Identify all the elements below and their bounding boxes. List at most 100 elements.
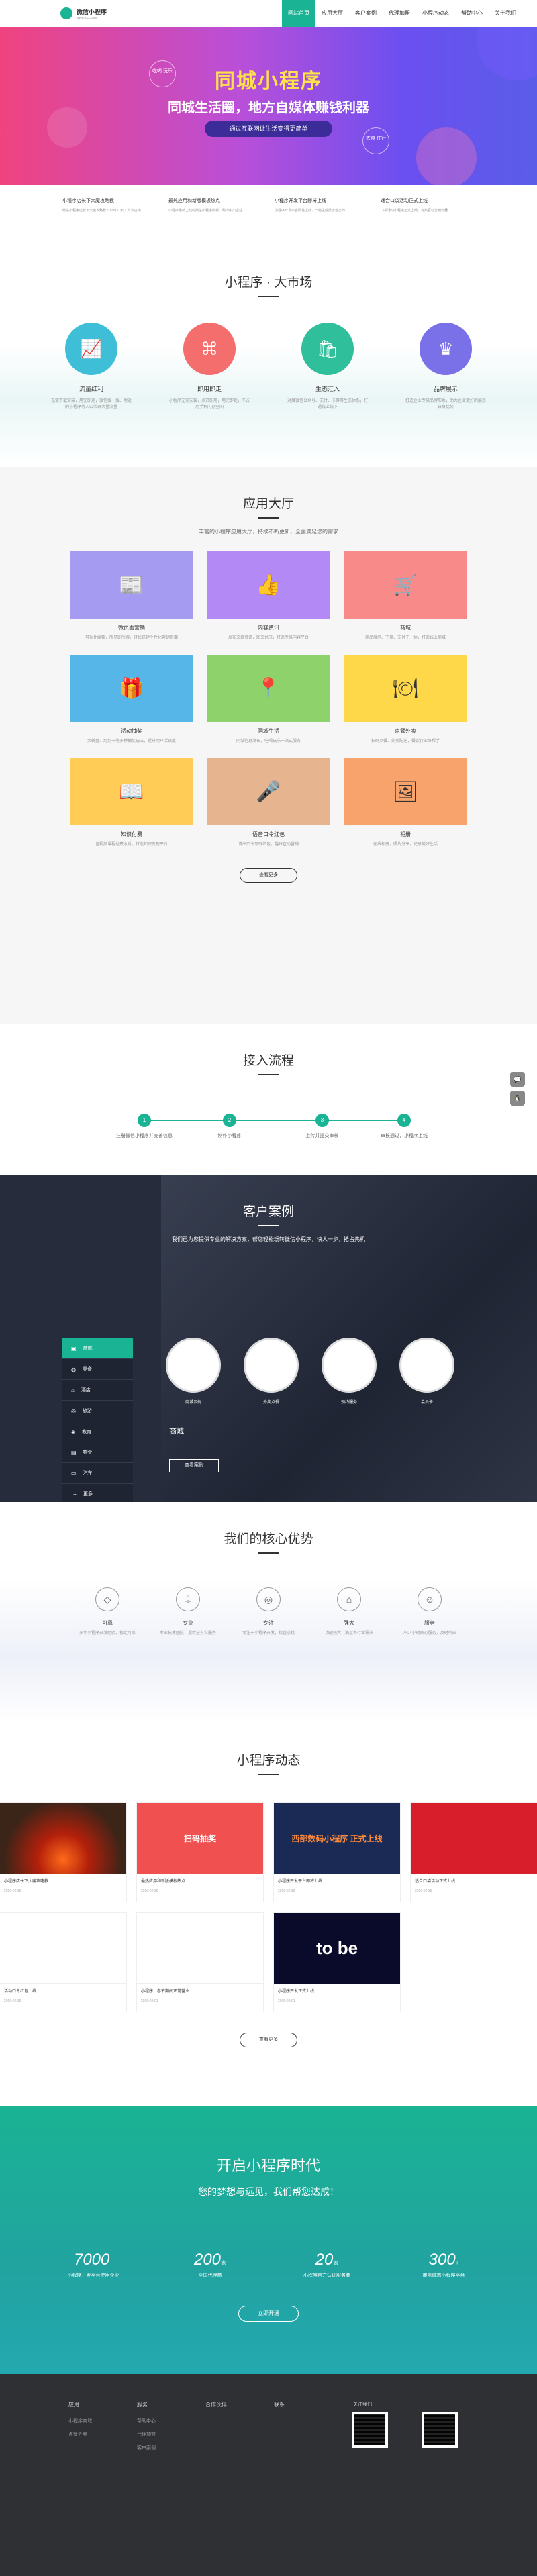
post-card[interactable]: 小程序：春节期间正常营业 2018-03-01 — [136, 1912, 264, 2012]
app-desc: 扫码点餐、外卖配送，餐饮行业好帮手 — [371, 739, 440, 743]
title-divider — [258, 517, 279, 519]
footer-link[interactable]: 点餐外卖 — [68, 2431, 92, 2438]
post-title: 适合口袋活动正式上线 — [415, 1880, 456, 1884]
case-qr-circle[interactable] — [322, 1338, 377, 1393]
news-item[interactable]: 最热应用和新版模板热点 小程序最新上线的微信小程序模板，助力中小企业 — [168, 197, 262, 246]
era-open-button[interactable]: 立即开通 — [238, 2306, 299, 2322]
post-card[interactable]: 小程序店长下大魔攻略教 2018-02-28 — [0, 1802, 127, 1902]
flow-step-number: 2 — [223, 1114, 236, 1127]
news-more-button[interactable]: 查看更多 — [240, 2033, 297, 2047]
hall-more-button[interactable]: 查看更多 — [240, 868, 297, 883]
footer-column-title: 合作伙伴 — [205, 2402, 227, 2408]
footer-column-title: 联系 — [274, 2402, 285, 2408]
news-item[interactable]: 小程序店长下大魔攻略教 微信小程序店长下大魔攻略教 1 小时 0 天 1 分享店铺 — [62, 197, 156, 246]
news-item[interactable]: 小程序开发平台即将上线 小程序开发平台即将上线，一键生成属于自己的 — [275, 197, 369, 246]
post-card[interactable]: 西部数码小程序 正式上线 小程序开发平台即将上线 2018-02-28 — [273, 1802, 401, 1902]
command-icon: ⌘ — [183, 323, 236, 375]
post-date: 2018-02-28 — [278, 1889, 295, 1893]
market-item-desc: 无需下载安装，用完即走，微信搜一搜、附近的小程序等入口带来大量流量 — [51, 399, 132, 409]
case-menu-item[interactable]: ▣ 商城 — [62, 1338, 133, 1359]
market-item: 📈 流量红利 无需下载安装，用完即走，微信搜一搜、附近的小程序等入口带来大量流量 — [51, 323, 132, 411]
stat-item: 20家 小程序官方认证服务商 — [287, 2251, 367, 2279]
news-item[interactable]: 适合口袋活动正式上线 口袋活动小程序正式上线，有奖互动营销利器 — [381, 197, 475, 246]
case-menu-item[interactable]: ◎ 旅游 — [62, 1401, 133, 1421]
app-grid: 📰 微页面营销 可视化编辑，所见即所得，轻松搭建个性化营销页面 👍 内容资讯 发布文章资… — [0, 551, 537, 848]
nav-item-news[interactable]: 小程序动态 — [416, 0, 455, 27]
flow-step-label: 制作小程序 — [217, 1134, 242, 1138]
era-subtitle: 您的梦想与远见，我们帮您达成！ — [198, 2186, 339, 2197]
hero-button[interactable]: 通过互联网让生活变得更简单 — [205, 121, 332, 137]
post-card[interactable]: 适合口袋活动正式上线 2018-02-28 — [410, 1802, 537, 1902]
case-label: 商城示例 — [185, 1401, 201, 1405]
logo[interactable]: 微信小程序 www.xxx.com — [60, 7, 107, 20]
news-desc: 小程序最新上线的微信小程序模板，助力中小企业 — [168, 209, 243, 213]
case-qr-circle[interactable] — [244, 1338, 299, 1393]
app-desc: 商品展示、下单、支付于一体，打造线上商城 — [364, 636, 446, 640]
app-card[interactable]: 🍽 点餐外卖 扫码点餐、外卖配送，餐饮行业好帮手 — [344, 655, 467, 745]
footer-link[interactable]: 帮助中心 — [137, 2418, 156, 2424]
adv-item-title: 服务 — [424, 1620, 435, 1626]
post-card[interactable]: 活动口令红包上线 2018-02-28 — [0, 1912, 127, 2012]
post-title: 小程序店长下大魔攻略教 — [4, 1880, 49, 1884]
app-card[interactable]: 👍 内容资讯 发布文章资讯，图文并茂，打造专属内容平台 — [207, 551, 330, 641]
case-menu-item[interactable]: ⌂ 酒店 — [62, 1380, 133, 1401]
hotel-icon: ⌂ — [71, 1387, 75, 1393]
news-strip: 小程序店长下大魔攻略教 微信小程序店长下大魔攻略教 1 小时 0 天 1 分享店铺… — [0, 185, 537, 246]
chat-float-icon[interactable]: 💬 — [510, 1072, 525, 1087]
case-menu-item[interactable]: ◍ 美食 — [62, 1359, 133, 1380]
app-card[interactable]: 🖼 相册 在线相册，照片分享，记录美好生活 — [344, 758, 467, 848]
footer-column: 合作伙伴 — [205, 2401, 227, 2418]
hero-banner[interactable]: 吃喝 玩乐 衣食 住行 同城小程序 同城生活圈，地方自媒体赚钱利器 通过互联网让… — [0, 27, 537, 185]
post-card[interactable]: 扫码抽奖 最热应用和新版模板热点 2018-02-28 — [136, 1802, 264, 1902]
post-image — [137, 1913, 263, 1984]
case-qr-circle[interactable] — [166, 1338, 221, 1393]
era-stats: 7000+ 小程序开发平台使用企业 200家 全国代理商 20家 小程序官方认证服务商… — [0, 2251, 537, 2279]
app-card[interactable]: 📖 知识付费 音视频课程付费收听，打造知识变现平台 — [70, 758, 193, 848]
adv-item-desc: 多年小程序开发经验，稳定可靠 — [79, 1631, 136, 1635]
post-card[interactable]: to be 小程序开发正式上线 2018-03-01 — [273, 1912, 401, 2012]
location-icon: 📍 — [207, 655, 330, 722]
market-item: ⌘ 即用即走 小程序无需安装，点开即用，用完即走，不占用手机内存空间 — [169, 323, 250, 411]
cases-title: 客户案例 — [242, 1205, 294, 1219]
market-item-desc: 打造企业专属品牌形象，助力企业更好的展示自身优势 — [405, 399, 487, 409]
app-desc: 发布文章资讯，图文并茂，打造专属内容平台 — [228, 636, 309, 640]
case-menu-item[interactable]: ◈ 教育 — [62, 1421, 133, 1442]
case-label: 外卖点餐 — [262, 1401, 279, 1405]
logo-text: 微信小程序 — [77, 8, 107, 15]
case-qr-circle[interactable] — [399, 1338, 454, 1393]
app-card[interactable]: 🛒 商城 商品展示、下单、支付于一体，打造线上商城 — [344, 551, 467, 641]
post-date: 2018-02-28 — [415, 1889, 432, 1893]
qq-float-icon[interactable]: 🐧 — [510, 1091, 525, 1106]
footer-link[interactable]: 客户案例 — [137, 2445, 156, 2451]
case-menu-label: 美食 — [82, 1367, 92, 1372]
app-title: 同城生活 — [258, 728, 279, 734]
hero-decor-circle — [416, 127, 477, 185]
app-card[interactable]: 🎁 活动抽奖 大转盘、刮刮卡等多种抽奖玩法，提升用户活跃度 — [70, 655, 193, 745]
nav-item-home[interactable]: 网站首页 — [282, 0, 315, 27]
footer-link[interactable]: 代理加盟 — [137, 2431, 156, 2438]
app-card[interactable]: 🎤 语音口令红包 说出口令领取红包，趣味互动营销 — [207, 758, 330, 848]
nav-item-apps[interactable]: 应用大厅 — [315, 0, 349, 27]
case-view-button[interactable]: 查看案例 — [169, 1459, 219, 1472]
target-icon: ◎ — [256, 1587, 281, 1611]
stat-label: 全国代理商 — [198, 2273, 222, 2278]
case-menu-item[interactable]: ▤ 物业 — [62, 1442, 133, 1463]
nav-item-agent[interactable]: 代理加盟 — [383, 0, 416, 27]
nav-item-cases[interactable]: 客户案例 — [349, 0, 383, 27]
app-title: 相册 — [400, 831, 411, 837]
adv-item: ◎ 专注 专注于小程序开发，精益求精 — [238, 1587, 299, 1637]
diamond-icon: ◇ — [95, 1587, 119, 1611]
dyn-title: 小程序动态 — [236, 1754, 301, 1768]
footer-column-title: 服务 — [137, 2402, 148, 2408]
nav-item-about[interactable]: 关于我们 — [489, 0, 522, 27]
title-divider — [258, 1774, 279, 1775]
post-image-label: to be — [315, 1937, 358, 1958]
footer-link[interactable]: 小程序商城 — [68, 2418, 92, 2424]
adv-item: ⌂ 强大 功能强大，满足各行业需求 — [319, 1587, 379, 1637]
case-menu-item[interactable]: ⋯ 更多 — [62, 1484, 133, 1502]
adv-item: ♧ 专业 专业技术团队，提供全方位服务 — [158, 1587, 218, 1637]
app-card[interactable]: 📰 微页面营销 可视化编辑，所见即所得，轻松搭建个性化营销页面 — [70, 551, 193, 641]
nav-item-help[interactable]: 帮助中心 — [455, 0, 489, 27]
app-card[interactable]: 📍 同城生活 同城信息发布，吃喝玩乐一站式服务 — [207, 655, 330, 745]
case-menu-item[interactable]: ▭ 汽车 — [62, 1463, 133, 1484]
